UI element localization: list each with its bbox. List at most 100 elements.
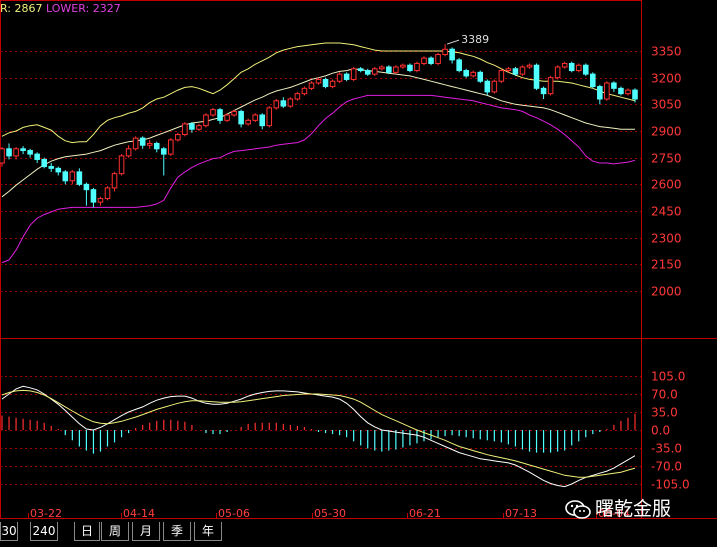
- candle-body: [217, 109, 223, 121]
- high-annotation-label: 3389: [461, 33, 489, 46]
- candle-body: [364, 70, 371, 75]
- candle-body: [632, 89, 638, 100]
- macd-tick-label: 105.0: [651, 370, 685, 384]
- candle-body: [597, 86, 603, 100]
- macd-tick-label: 35.0: [651, 406, 678, 420]
- candle-body: [618, 87, 624, 95]
- tab-week[interactable]: 周: [101, 522, 129, 541]
- candle-body: [245, 119, 251, 125]
- candle-body: [168, 139, 174, 155]
- candle-body: [182, 123, 188, 136]
- candle-body: [259, 114, 266, 127]
- candle-body: [231, 110, 237, 116]
- candle-body: [0, 148, 5, 164]
- tab-quarter[interactable]: 季: [163, 522, 191, 541]
- candle-body: [322, 78, 329, 88]
- candle-body: [371, 68, 378, 75]
- candle-body: [357, 68, 364, 72]
- candle-body: [266, 107, 273, 127]
- candle-body: [421, 57, 427, 64]
- candle-body: [414, 62, 420, 72]
- tab-year[interactable]: 年: [194, 522, 222, 541]
- candle-body: [393, 66, 399, 73]
- tab-240min[interactable]: 240: [30, 522, 58, 541]
- candle-body: [590, 73, 596, 88]
- candle-body: [301, 87, 308, 95]
- candle-body: [435, 54, 441, 64]
- candle-body: [526, 64, 533, 68]
- candle-body: [6, 148, 12, 157]
- candle-body: [139, 137, 146, 146]
- upper-band-line: [1, 42, 636, 144]
- dea-line: [1, 389, 636, 478]
- candle-body: [203, 114, 209, 127]
- candle-body: [470, 71, 477, 77]
- price-tick-label: 2000: [651, 285, 682, 299]
- candle-body: [62, 171, 69, 182]
- candle-body: [505, 68, 512, 72]
- candle-body: [83, 183, 90, 191]
- candle-body: [533, 64, 540, 89]
- candle-body: [449, 48, 455, 61]
- band-readout: R: 2867 LOWER: 2327: [0, 2, 121, 15]
- macd-tick-label: -105.0: [651, 478, 690, 492]
- candle-body: [315, 78, 322, 84]
- candle-body: [76, 171, 83, 185]
- time-tick-label: 05-30: [314, 507, 346, 520]
- mid-band-line: [1, 68, 635, 198]
- candle-body: [575, 64, 582, 72]
- candle-body: [463, 70, 469, 77]
- candle-body: [224, 114, 230, 121]
- macd-tick-label: -70.0: [651, 460, 682, 474]
- candle-body: [477, 71, 484, 82]
- candle-body: [27, 150, 33, 155]
- candle-body: [604, 82, 610, 100]
- candle-body: [125, 148, 132, 157]
- candle-body: [55, 167, 62, 173]
- candle-body: [104, 187, 111, 200]
- upper-value: 2867: [14, 2, 43, 15]
- candle-body: [336, 73, 343, 82]
- candle-body: [568, 62, 575, 72]
- candle-body: [350, 68, 357, 80]
- candle-body: [491, 80, 498, 93]
- candle-body: [547, 77, 554, 95]
- candle-body: [41, 158, 47, 168]
- candle-body: [519, 66, 526, 75]
- candle-body: [273, 100, 280, 109]
- candle-body: [554, 66, 561, 79]
- candle-body: [111, 173, 118, 189]
- candle-body: [343, 73, 350, 80]
- candle-body: [512, 68, 519, 75]
- candle-body: [132, 137, 139, 150]
- time-tick-label: 05-06: [218, 507, 250, 520]
- candle-body: [189, 123, 195, 130]
- chart-canvas[interactable]: 2000 2150 2300 2450 2600 2750 2900 3050 3200 3350…: [0, 0, 717, 543]
- price-tick-label: 2600: [651, 178, 682, 192]
- watermark-text: 曙乾金服: [595, 498, 672, 520]
- candle-body: [175, 134, 181, 141]
- candle-body: [379, 66, 385, 70]
- candle-body: [561, 62, 568, 68]
- candle-body: [160, 148, 167, 155]
- high-annotation-leader: [446, 39, 460, 45]
- tab-30min[interactable]: 30: [0, 522, 18, 541]
- tab-month[interactable]: 月: [132, 522, 160, 541]
- candle-body: [196, 125, 202, 130]
- candle-body: [386, 66, 392, 73]
- candle-body: [13, 148, 19, 157]
- tab-day[interactable]: 日: [74, 522, 100, 541]
- price-tick-label: 3350: [651, 45, 682, 59]
- candle-body: [118, 155, 125, 175]
- candle-body: [428, 57, 434, 64]
- candle-body: [97, 198, 104, 203]
- price-tick-label: 2900: [651, 125, 682, 139]
- candle-body: [407, 64, 413, 72]
- candle-body: [153, 142, 160, 150]
- watermark: 曙乾金服: [565, 497, 705, 521]
- upper-prefix: R:: [0, 2, 12, 15]
- candle-body: [287, 98, 294, 107]
- candle-body: [294, 93, 301, 100]
- candle-body: [48, 166, 55, 169]
- time-tick-label: 03-22: [30, 507, 62, 520]
